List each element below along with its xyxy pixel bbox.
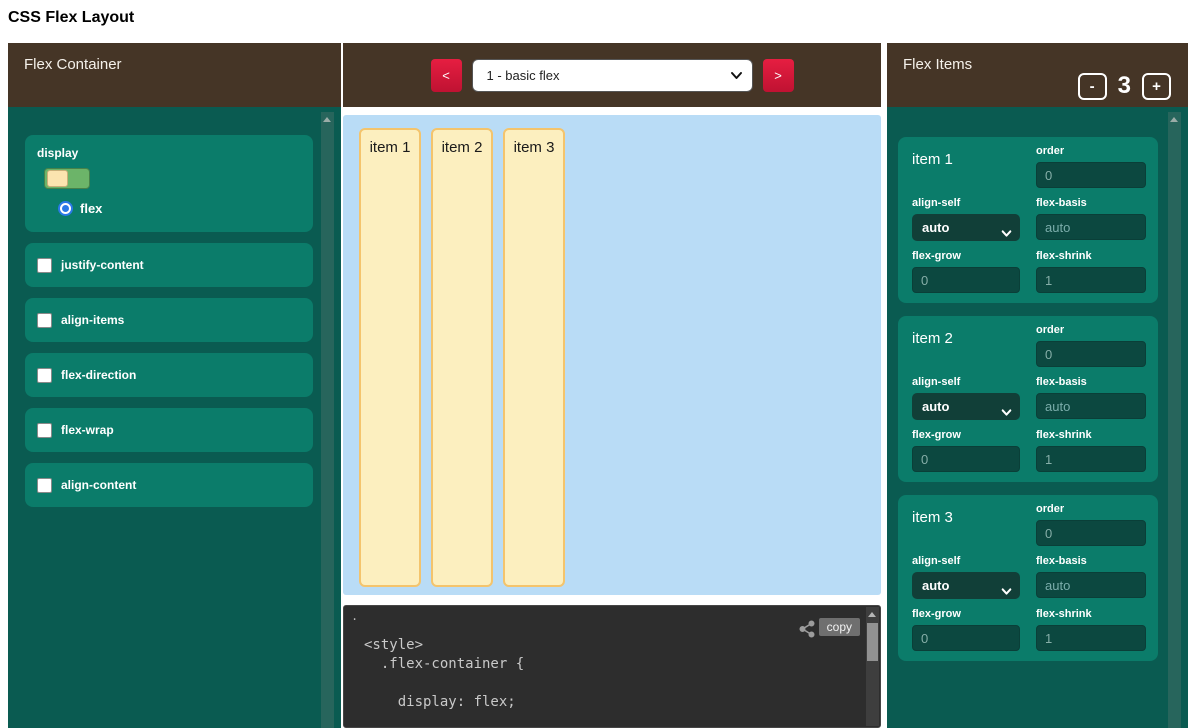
flex-preview-item-3: item 3: [503, 128, 565, 587]
code-scrollbar-thumb[interactable]: [867, 623, 878, 661]
align-self-label: align-self: [912, 197, 1020, 209]
flex-item-card-2-title: item 2: [912, 330, 1020, 367]
item3-order-input[interactable]: [1036, 520, 1146, 546]
flex-direction-label: flex-direction: [61, 368, 136, 382]
item2-order-input[interactable]: [1036, 341, 1146, 367]
justify-content-checkbox[interactable]: [37, 258, 52, 273]
item2-flex-grow-input[interactable]: [912, 446, 1020, 472]
order-label: order: [1036, 503, 1146, 515]
flex-basis-label: flex-basis: [1036, 197, 1146, 209]
flex-shrink-label: flex-shrink: [1036, 250, 1146, 262]
example-nav-bar: < 1 - basic flex >: [343, 43, 881, 107]
item1-flex-grow-input[interactable]: [912, 267, 1020, 293]
item3-flex-shrink-input[interactable]: [1036, 625, 1146, 651]
item-count-controls: - 3 +: [1078, 72, 1171, 100]
left-panel-scrollbar[interactable]: [321, 112, 334, 728]
share-icon[interactable]: [798, 620, 816, 638]
flex-wrap-label: flex-wrap: [61, 423, 114, 437]
item1-align-self-select[interactable]: auto: [912, 214, 1020, 241]
remove-item-button[interactable]: -: [1078, 73, 1107, 100]
flex-basis-label: flex-basis: [1036, 555, 1146, 567]
flex-container-panel-body: display flex justify-content align-item: [8, 107, 341, 728]
flex-items-panel-title: Flex Items: [903, 56, 972, 73]
align-content-checkbox[interactable]: [37, 478, 52, 493]
display-toggle-knob[interactable]: [47, 170, 68, 187]
flex-item-card-1: item 1 order align-self auto: [898, 137, 1158, 303]
next-example-button[interactable]: >: [763, 59, 794, 92]
item-count: 3: [1118, 72, 1131, 100]
code-area: . <style> .flex-container { display: fle…: [343, 605, 881, 728]
flex-items-panel-body: item 1 order align-self auto: [887, 107, 1188, 728]
prev-example-button[interactable]: <: [431, 59, 462, 92]
code-scrollbar[interactable]: [866, 607, 879, 726]
scroll-up-icon[interactable]: [868, 612, 876, 617]
flex-preview-item-1: item 1: [359, 128, 421, 587]
example-select[interactable]: 1 - basic flex: [472, 59, 753, 92]
flex-preview-item-2: item 2: [431, 128, 493, 587]
add-item-button[interactable]: +: [1142, 73, 1171, 100]
justify-content-card[interactable]: justify-content: [25, 243, 313, 287]
flex-direction-checkbox[interactable]: [37, 368, 52, 383]
flex-grow-label: flex-grow: [912, 429, 1020, 441]
flex-container-panel-title: Flex Container: [24, 56, 122, 73]
page-title: CSS Flex Layout: [8, 9, 134, 27]
right-panel-scrollbar[interactable]: [1168, 112, 1181, 728]
display-flex-radio[interactable]: [58, 201, 73, 216]
justify-content-label: justify-content: [61, 258, 144, 272]
display-card: display flex: [25, 135, 313, 232]
flex-item-card-3-title: item 3: [912, 509, 1020, 546]
scroll-up-icon[interactable]: [323, 117, 331, 122]
flex-grow-label: flex-grow: [912, 608, 1020, 620]
display-flex-radio-label: flex: [80, 201, 102, 216]
item2-flex-basis-input[interactable]: [1036, 393, 1146, 419]
align-content-card[interactable]: align-content: [25, 463, 313, 507]
flex-item-card-3: item 3 order align-self auto: [898, 495, 1158, 661]
item3-flex-basis-input[interactable]: [1036, 572, 1146, 598]
preview-column: < 1 - basic flex > item 1 item 2 item 3 …: [343, 43, 881, 728]
code-area-dot: .: [351, 610, 358, 624]
order-label: order: [1036, 145, 1146, 157]
item2-flex-shrink-input[interactable]: [1036, 446, 1146, 472]
code-block: <style> .flex-container { display: flex;: [364, 636, 524, 712]
item1-flex-basis-input[interactable]: [1036, 214, 1146, 240]
flex-container-panel: Flex Container display flex justify-cont…: [8, 43, 341, 728]
align-items-label: align-items: [61, 313, 124, 327]
flex-basis-label: flex-basis: [1036, 376, 1146, 388]
copy-button[interactable]: copy: [819, 618, 860, 636]
flex-wrap-card[interactable]: flex-wrap: [25, 408, 313, 452]
order-label: order: [1036, 324, 1146, 336]
flex-direction-card[interactable]: flex-direction: [25, 353, 313, 397]
flex-preview-container: item 1 item 2 item 3: [343, 115, 881, 595]
item3-flex-grow-input[interactable]: [912, 625, 1020, 651]
flex-items-panel: Flex Items - 3 + item 1 order align-self: [887, 43, 1188, 728]
flex-items-panel-header: Flex Items - 3 +: [887, 43, 1188, 107]
item2-align-self-select[interactable]: auto: [912, 393, 1020, 420]
display-card-label: display: [37, 146, 301, 160]
flex-item-card-1-title: item 1: [912, 151, 1020, 188]
scroll-up-icon[interactable]: [1170, 117, 1178, 122]
align-content-label: align-content: [61, 478, 136, 492]
flex-shrink-label: flex-shrink: [1036, 608, 1146, 620]
flex-grow-label: flex-grow: [912, 250, 1020, 262]
item3-align-self-select[interactable]: auto: [912, 572, 1020, 599]
flex-container-panel-header: Flex Container: [8, 43, 341, 107]
flex-wrap-checkbox[interactable]: [37, 423, 52, 438]
align-items-card[interactable]: align-items: [25, 298, 313, 342]
app-window: CSS Flex Layout Flex Container display f…: [0, 0, 1199, 728]
align-self-label: align-self: [912, 376, 1020, 388]
item1-order-input[interactable]: [1036, 162, 1146, 188]
flex-shrink-label: flex-shrink: [1036, 429, 1146, 441]
align-items-checkbox[interactable]: [37, 313, 52, 328]
display-toggle[interactable]: [44, 168, 90, 189]
align-self-label: align-self: [912, 555, 1020, 567]
item1-flex-shrink-input[interactable]: [1036, 267, 1146, 293]
flex-item-card-2: item 2 order align-self auto: [898, 316, 1158, 482]
